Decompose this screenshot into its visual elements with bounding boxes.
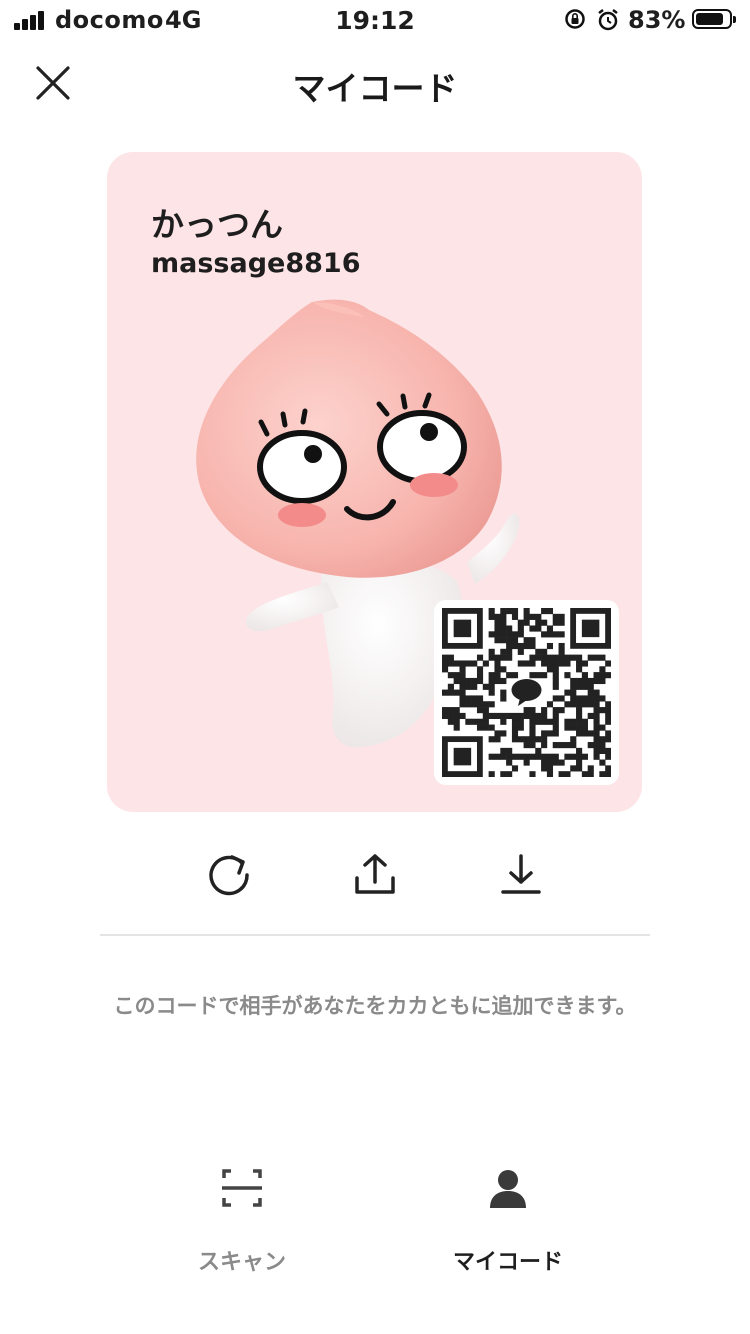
tab-my-code-label: マイコード xyxy=(452,1250,563,1275)
hint-text: このコードで相手があなたをカカともに追加できます。 xyxy=(113,994,637,1018)
tab-scan[interactable]: スキャン xyxy=(152,1150,332,1290)
tab-my-code[interactable]: マイコード xyxy=(418,1150,598,1290)
chat-bubble-icon xyxy=(511,679,542,701)
tab-scan-label: スキャン xyxy=(197,1250,286,1275)
refresh-button[interactable] xyxy=(202,848,256,902)
share-button[interactable] xyxy=(348,848,402,902)
refresh-icon[interactable] xyxy=(202,848,256,902)
page-title: マイコード xyxy=(292,69,458,108)
profile-name: かっつん xyxy=(151,205,283,244)
battery-icon xyxy=(692,9,736,29)
alarm-icon xyxy=(598,9,618,31)
qr-code-image[interactable] xyxy=(442,608,611,777)
profile-id: massage8816 xyxy=(151,248,361,279)
divider xyxy=(100,934,650,936)
person-icon xyxy=(490,1170,526,1208)
share-icon[interactable] xyxy=(348,848,402,902)
status-bar: docomo 4G 19:12 83% xyxy=(0,0,750,40)
battery-percent: 83% xyxy=(628,6,686,34)
rotation-lock-icon xyxy=(565,9,585,29)
download-icon[interactable] xyxy=(494,848,548,902)
scan-icon xyxy=(222,1169,262,1207)
my-code-card: かっつん massage8816 xyxy=(107,152,642,812)
download-button[interactable] xyxy=(494,848,548,902)
qr-code[interactable] xyxy=(434,600,619,785)
